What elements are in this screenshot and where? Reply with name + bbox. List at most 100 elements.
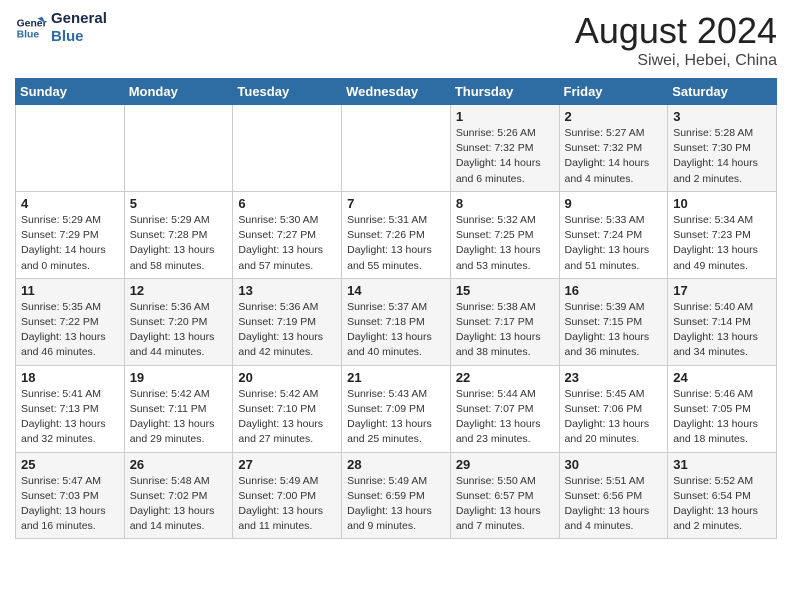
calendar-cell: 25Sunrise: 5:47 AMSunset: 7:03 PMDayligh… (16, 452, 125, 539)
calendar-cell: 2Sunrise: 5:27 AMSunset: 7:32 PMDaylight… (559, 105, 668, 192)
day-info: Sunrise: 5:38 AMSunset: 7:17 PMDaylight:… (456, 300, 554, 361)
day-info: Sunrise: 5:33 AMSunset: 7:24 PMDaylight:… (565, 213, 663, 274)
day-info: Sunrise: 5:34 AMSunset: 7:23 PMDaylight:… (673, 213, 771, 274)
day-info: Sunrise: 5:50 AMSunset: 6:57 PMDaylight:… (456, 474, 554, 535)
weekday-header-friday: Friday (559, 79, 668, 105)
day-number: 2 (565, 109, 663, 124)
location-subtitle: Siwei, Hebei, China (575, 52, 777, 70)
calendar-cell (16, 105, 125, 192)
calendar-cell: 31Sunrise: 5:52 AMSunset: 6:54 PMDayligh… (668, 452, 777, 539)
day-number: 29 (456, 457, 554, 472)
day-number: 21 (347, 370, 445, 385)
calendar-cell: 18Sunrise: 5:41 AMSunset: 7:13 PMDayligh… (16, 365, 125, 452)
day-info: Sunrise: 5:52 AMSunset: 6:54 PMDaylight:… (673, 474, 771, 535)
day-number: 4 (21, 196, 119, 211)
weekday-header-thursday: Thursday (450, 79, 559, 105)
calendar-cell: 6 Sunrise: 5:30 AMSunset: 7:27 PMDaylight… (233, 191, 342, 278)
weekday-header-saturday: Saturday (668, 79, 777, 105)
day-info: Sunrise: 5:49 AMSunset: 7:00 PMDaylight:… (238, 474, 336, 535)
weekday-header-row: SundayMondayTuesdayWednesdayThursdayFrid… (16, 79, 777, 105)
week-row-4: 18Sunrise: 5:41 AMSunset: 7:13 PMDayligh… (16, 365, 777, 452)
day-number: 3 (673, 109, 771, 124)
day-info: Sunrise: 5:44 AMSunset: 7:07 PMDaylight:… (456, 387, 554, 448)
day-info: Sunrise: 5:42 AMSunset: 7:10 PMDaylight:… (238, 387, 336, 448)
day-info: Sunrise: 5:39 AMSunset: 7:15 PMDaylight:… (565, 300, 663, 361)
day-number: 19 (130, 370, 228, 385)
day-info: Sunrise: 5:42 AMSunset: 7:11 PMDaylight:… (130, 387, 228, 448)
day-number: 28 (347, 457, 445, 472)
calendar-cell: 26Sunrise: 5:48 AMSunset: 7:02 PMDayligh… (124, 452, 233, 539)
calendar-cell: 5 Sunrise: 5:29 AMSunset: 7:28 PMDaylight… (124, 191, 233, 278)
calendar-cell: 23Sunrise: 5:45 AMSunset: 7:06 PMDayligh… (559, 365, 668, 452)
day-number: 23 (565, 370, 663, 385)
calendar-cell: 27 Sunrise: 5:49 AMSunset: 7:00 PMDayligh… (233, 452, 342, 539)
day-number: 12 (130, 283, 228, 298)
day-number: 5 (130, 196, 228, 211)
day-number: 14 (347, 283, 445, 298)
calendar-cell: 4 Sunrise: 5:29 AMSunset: 7:29 PMDaylight… (16, 191, 125, 278)
day-number: 22 (456, 370, 554, 385)
calendar-cell: 8 Sunrise: 5:32 AMSunset: 7:25 PMDaylight… (450, 191, 559, 278)
day-info: Sunrise: 5:51 AMSunset: 6:56 PMDaylight:… (565, 474, 663, 535)
day-info: Sunrise: 5:36 AMSunset: 7:19 PMDaylight:… (238, 300, 336, 361)
calendar-cell: 15 Sunrise: 5:38 AMSunset: 7:17 PMDayligh… (450, 278, 559, 365)
weekday-header-sunday: Sunday (16, 79, 125, 105)
calendar-cell: 3 Sunrise: 5:28 AMSunset: 7:30 PMDaylight… (668, 105, 777, 192)
calendar-cell: 11 Sunrise: 5:35 AMSunset: 7:22 PMDayligh… (16, 278, 125, 365)
calendar-cell: 12 Sunrise: 5:36 AMSunset: 7:20 PMDayligh… (124, 278, 233, 365)
calendar-cell: 22 Sunrise: 5:44 AMSunset: 7:07 PMDayligh… (450, 365, 559, 452)
calendar-cell: 10 Sunrise: 5:34 AMSunset: 7:23 PMDayligh… (668, 191, 777, 278)
day-number: 6 (238, 196, 336, 211)
day-info: Sunrise: 5:48 AMSunset: 7:02 PMDaylight:… (130, 474, 228, 535)
day-info: Sunrise: 5:28 AMSunset: 7:30 PMDaylight:… (673, 126, 771, 187)
calendar-cell (233, 105, 342, 192)
day-number: 1 (456, 109, 554, 124)
calendar-cell: 24Sunrise: 5:46 AMSunset: 7:05 PMDayligh… (668, 365, 777, 452)
week-row-5: 25Sunrise: 5:47 AMSunset: 7:03 PMDayligh… (16, 452, 777, 539)
title-area: August 2024 Siwei, Hebei, China (575, 10, 777, 70)
day-number: 10 (673, 196, 771, 211)
logo-text-blue: Blue (51, 28, 107, 46)
day-info: Sunrise: 5:37 AMSunset: 7:18 PMDaylight:… (347, 300, 445, 361)
week-row-2: 4 Sunrise: 5:29 AMSunset: 7:29 PMDaylight… (16, 191, 777, 278)
weekday-header-monday: Monday (124, 79, 233, 105)
day-number: 8 (456, 196, 554, 211)
calendar-cell: 13 Sunrise: 5:36 AMSunset: 7:19 PMDayligh… (233, 278, 342, 365)
month-year-title: August 2024 (575, 10, 777, 52)
day-info: Sunrise: 5:26 AMSunset: 7:32 PMDaylight:… (456, 126, 554, 187)
day-number: 20 (238, 370, 336, 385)
calendar-cell: 14 Sunrise: 5:37 AMSunset: 7:18 PMDayligh… (342, 278, 451, 365)
day-info: Sunrise: 5:29 AMSunset: 7:28 PMDaylight:… (130, 213, 228, 274)
svg-text:Blue: Blue (17, 30, 40, 41)
day-info: Sunrise: 5:29 AMSunset: 7:29 PMDaylight:… (21, 213, 119, 274)
day-info: Sunrise: 5:46 AMSunset: 7:05 PMDaylight:… (673, 387, 771, 448)
logo-text-general: General (51, 10, 107, 28)
day-number: 7 (347, 196, 445, 211)
day-info: Sunrise: 5:32 AMSunset: 7:25 PMDaylight:… (456, 213, 554, 274)
day-number: 18 (21, 370, 119, 385)
day-info: Sunrise: 5:43 AMSunset: 7:09 PMDaylight:… (347, 387, 445, 448)
day-number: 13 (238, 283, 336, 298)
calendar-cell: 19 Sunrise: 5:42 AMSunset: 7:11 PMDayligh… (124, 365, 233, 452)
calendar-cell: 28Sunrise: 5:49 AMSunset: 6:59 PMDayligh… (342, 452, 451, 539)
calendar-cell: 30Sunrise: 5:51 AMSunset: 6:56 PMDayligh… (559, 452, 668, 539)
calendar-cell: 1 Sunrise: 5:26 AMSunset: 7:32 PMDaylight… (450, 105, 559, 192)
calendar-cell: 9 Sunrise: 5:33 AMSunset: 7:24 PMDaylight… (559, 191, 668, 278)
day-number: 11 (21, 283, 119, 298)
day-info: Sunrise: 5:35 AMSunset: 7:22 PMDaylight:… (21, 300, 119, 361)
calendar-cell: 16Sunrise: 5:39 AMSunset: 7:15 PMDayligh… (559, 278, 668, 365)
weekday-header-wednesday: Wednesday (342, 79, 451, 105)
day-number: 27 (238, 457, 336, 472)
week-row-3: 11 Sunrise: 5:35 AMSunset: 7:22 PMDayligh… (16, 278, 777, 365)
weekday-header-tuesday: Tuesday (233, 79, 342, 105)
day-info: Sunrise: 5:30 AMSunset: 7:27 PMDaylight:… (238, 213, 336, 274)
logo: General Blue General Blue (15, 10, 107, 46)
day-number: 9 (565, 196, 663, 211)
day-number: 15 (456, 283, 554, 298)
day-info: Sunrise: 5:36 AMSunset: 7:20 PMDaylight:… (130, 300, 228, 361)
calendar-cell: 29 Sunrise: 5:50 AMSunset: 6:57 PMDayligh… (450, 452, 559, 539)
calendar-cell (342, 105, 451, 192)
day-number: 25 (21, 457, 119, 472)
calendar-cell (124, 105, 233, 192)
header: General Blue General Blue August 2024 Si… (15, 10, 777, 70)
